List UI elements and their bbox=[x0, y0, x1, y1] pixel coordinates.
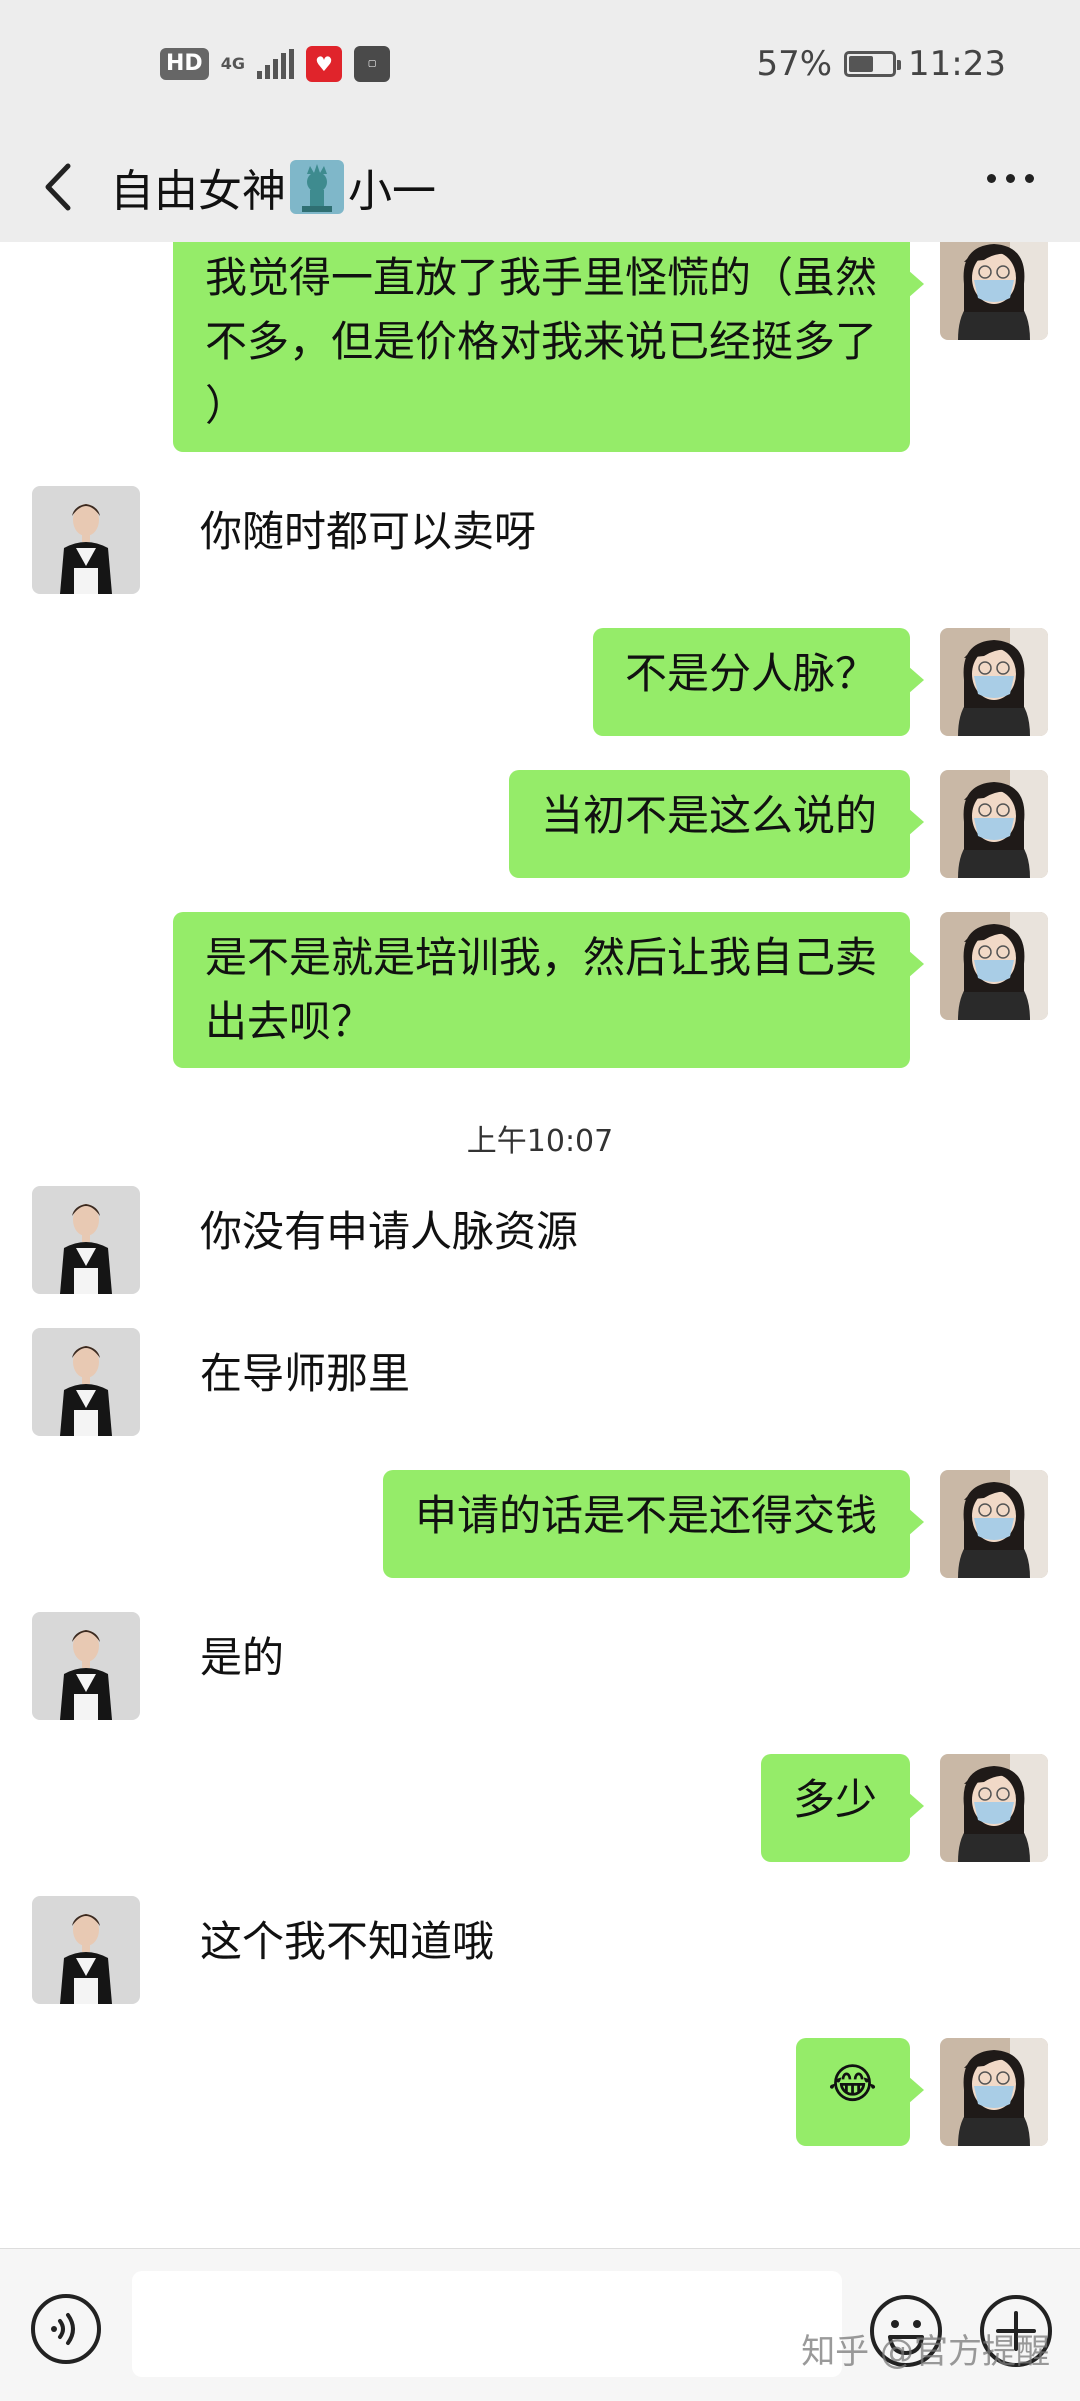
back-arrow-icon[interactable] bbox=[34, 152, 84, 222]
received-message-bubble[interactable]: 这个我不知道哦 bbox=[154, 1896, 527, 2004]
received-message-bubble[interactable]: 在导师那里 bbox=[154, 1328, 443, 1436]
sent-message-bubble[interactable]: 😂 bbox=[796, 2038, 924, 2146]
sent-message-bubble[interactable]: 多少 bbox=[761, 1754, 924, 1862]
battery-percent: 57% bbox=[756, 44, 833, 84]
message-row-sent: 我觉得一直放了我手里怪慌的（虽然 不多，但是价格对我来说已经挺多了） bbox=[0, 242, 1080, 452]
clock: 11:23 bbox=[908, 44, 1006, 84]
received-message-bubble[interactable]: 你没有申请人脉资源 bbox=[154, 1186, 611, 1294]
message-row-received: 是的 bbox=[0, 1612, 1080, 1720]
network-type-icon: 4G bbox=[220, 54, 245, 73]
message-row-sent: 申请的话是不是还得交钱 bbox=[0, 1470, 1080, 1578]
app-store-icon: ▢ bbox=[353, 46, 390, 82]
status-right: 57% 11:23 bbox=[756, 44, 1006, 84]
message-row-received: 你没有申请人脉资源 bbox=[0, 1186, 1080, 1294]
message-row-sent: 不是分人脉？ bbox=[0, 628, 1080, 736]
chat-title-part-1: 自由女神 bbox=[110, 166, 286, 217]
message-input[interactable] bbox=[132, 2271, 842, 2377]
watermark: 知乎 @官方提醒 bbox=[801, 2332, 1050, 2372]
input-bar: 知乎 @官方提醒 bbox=[0, 2248, 1080, 2401]
received-message-bubble[interactable]: 是的 bbox=[154, 1612, 317, 1720]
contact-avatar[interactable] bbox=[32, 486, 140, 594]
timestamp: 上午10:07 bbox=[466, 1124, 614, 1159]
message-row-received: 在导师那里 bbox=[0, 1328, 1080, 1436]
status-left-icons: HD 4G ♥ ▢ bbox=[160, 46, 390, 82]
my-avatar[interactable] bbox=[940, 770, 1048, 878]
contact-avatar[interactable] bbox=[32, 1896, 140, 2004]
hd-icon: HD bbox=[160, 48, 209, 80]
chat-header: 自由女神 小一 bbox=[0, 132, 1080, 242]
my-avatar[interactable] bbox=[940, 1754, 1048, 1862]
message-row-received: 这个我不知道哦 bbox=[0, 1896, 1080, 2004]
message-row-sent: 当初不是这么说的 bbox=[0, 770, 1080, 878]
my-avatar[interactable] bbox=[940, 2038, 1048, 2146]
sent-message-bubble[interactable]: 是不是就是培训我，然后让我自己卖 出去呗？ bbox=[173, 912, 924, 1068]
contact-avatar[interactable] bbox=[32, 1612, 140, 1720]
chat-message-list[interactable]: 我觉得一直放了我手里怪慌的（虽然 不多，但是价格对我来说已经挺多了） 你随时都可以卖… bbox=[0, 242, 1080, 2248]
chat-title: 自由女神 小一 bbox=[110, 156, 436, 218]
my-avatar[interactable] bbox=[940, 242, 1048, 340]
voice-input-icon[interactable] bbox=[30, 2293, 102, 2365]
signal-icon bbox=[256, 49, 294, 79]
app-notification-icon: ♥ bbox=[305, 46, 342, 82]
my-avatar[interactable] bbox=[940, 1470, 1048, 1578]
sent-message-bubble[interactable]: 我觉得一直放了我手里怪慌的（虽然 不多，但是价格对我来说已经挺多了） bbox=[173, 242, 924, 452]
message-row-received: 你随时都可以卖呀 bbox=[0, 486, 1080, 594]
sent-message-bubble[interactable]: 申请的话是不是还得交钱 bbox=[383, 1470, 924, 1578]
contact-avatar[interactable] bbox=[32, 1186, 140, 1294]
sent-message-bubble[interactable]: 不是分人脉？ bbox=[593, 628, 924, 736]
status-bar: HD 4G ♥ ▢ 57% 11:23 bbox=[0, 0, 1080, 132]
chat-title-part-2: 小一 bbox=[348, 166, 436, 217]
statue-of-liberty-icon bbox=[290, 160, 344, 214]
my-avatar[interactable] bbox=[940, 912, 1048, 1020]
message-row-sent: 是不是就是培训我，然后让我自己卖 出去呗？ bbox=[0, 912, 1080, 1068]
message-row-sent: 😂 bbox=[0, 2038, 1080, 2146]
contact-avatar[interactable] bbox=[32, 1328, 140, 1436]
message-row-sent: 多少 bbox=[0, 1754, 1080, 1862]
my-avatar[interactable] bbox=[940, 628, 1048, 736]
battery-icon bbox=[844, 51, 902, 77]
sent-message-bubble[interactable]: 当初不是这么说的 bbox=[509, 770, 924, 878]
more-options-icon[interactable] bbox=[987, 174, 1034, 183]
received-message-bubble[interactable]: 你随时都可以卖呀 bbox=[154, 486, 569, 594]
